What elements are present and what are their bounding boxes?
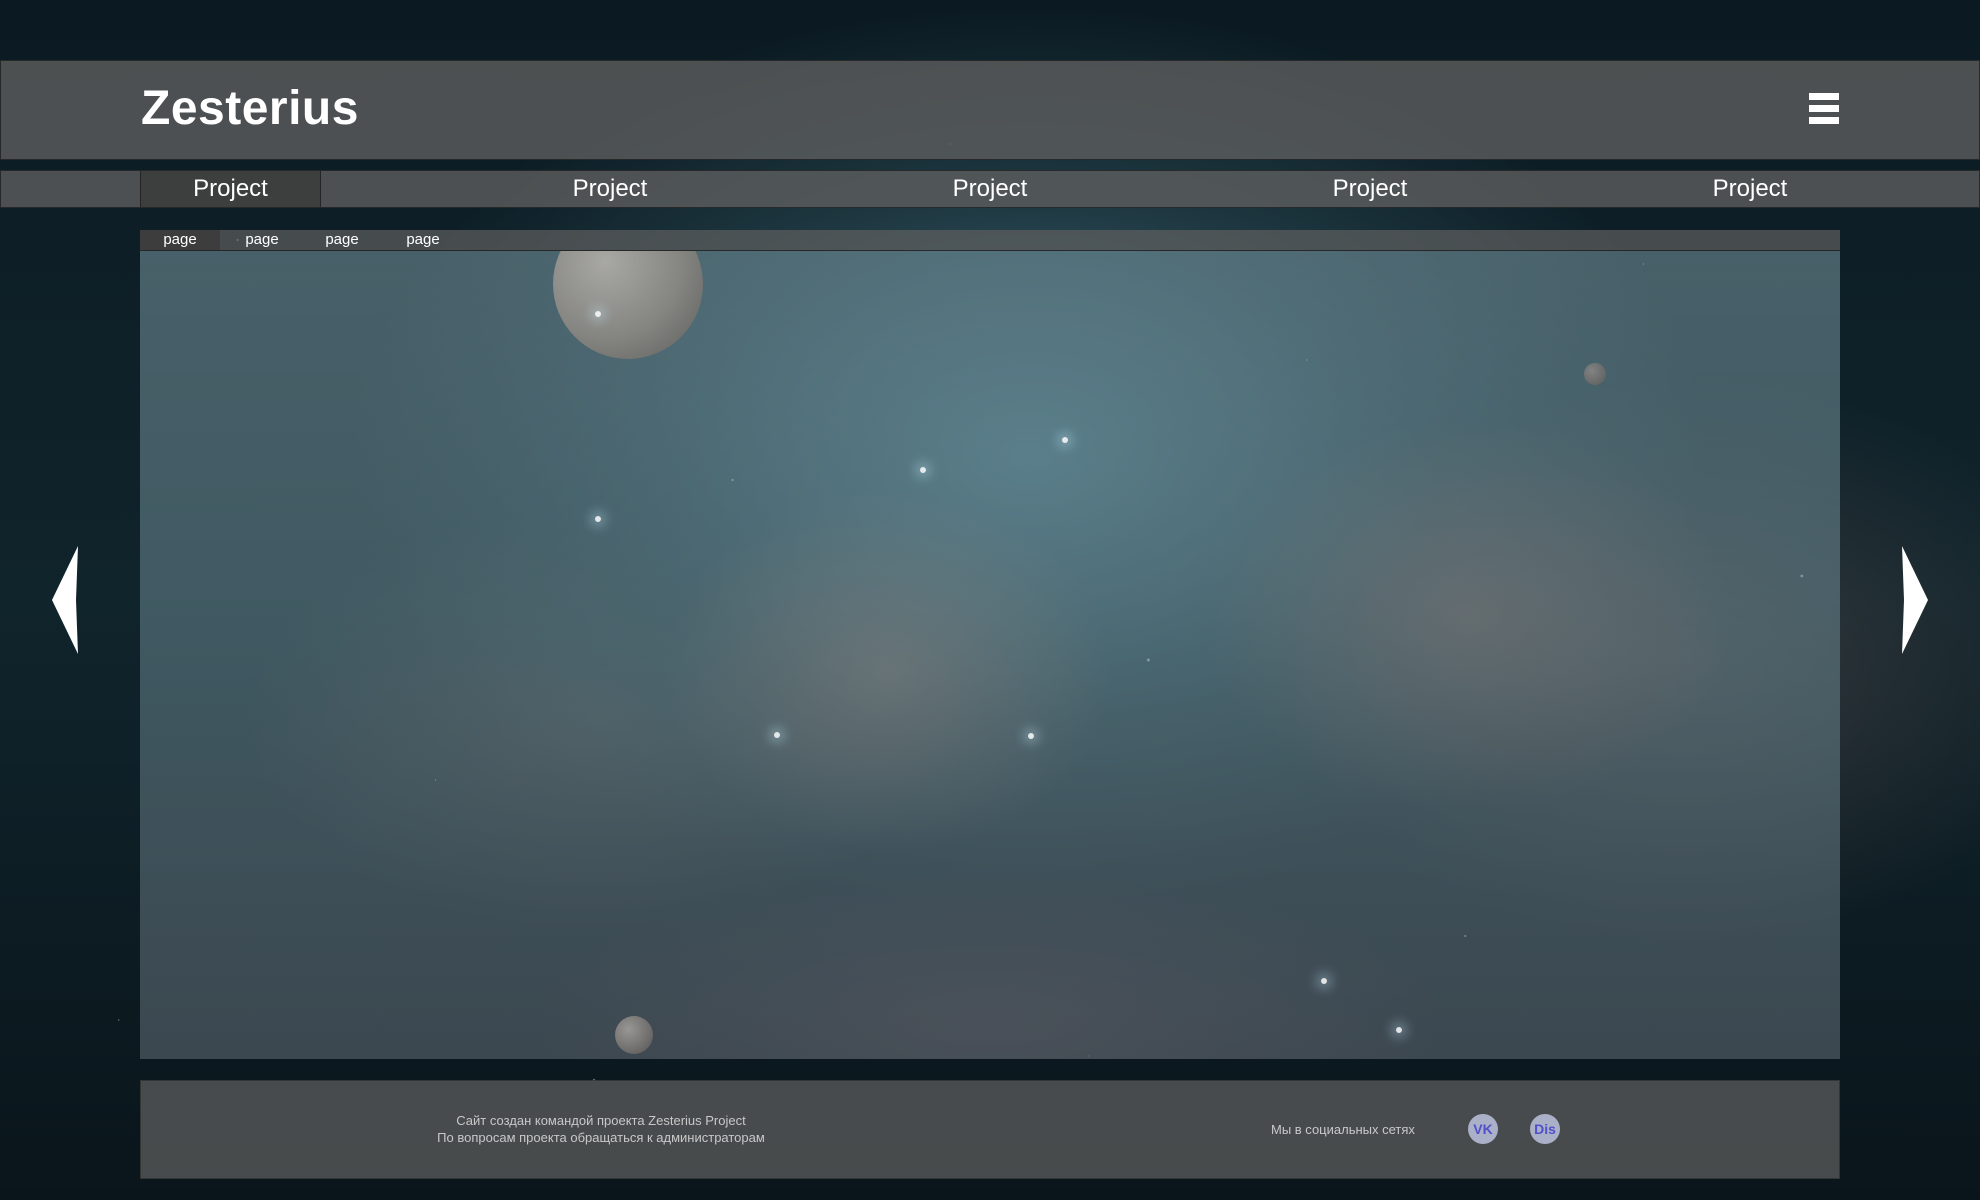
site-header: Zesterius [0,60,1980,160]
footer-social-label: Мы в социальных сетях [1271,1122,1415,1137]
site-footer: Сайт создан командой проекта Zesterius P… [140,1080,1840,1179]
project-nav: Project Project Project Project Project [0,170,1980,208]
project-tab-4[interactable]: Project [1270,171,1470,207]
footer-credit-line-1: Сайт создан командой проекта Zesterius P… [456,1113,746,1128]
planet-image-tiny [1584,363,1606,385]
page-tab-1[interactable]: page [140,230,220,250]
page-tab-4[interactable]: page [393,230,453,250]
star-sparkle [774,732,780,738]
content-slide-viewport [140,251,1840,1059]
footer-credit-line-2: По вопросам проекта обращаться к админис… [437,1130,765,1145]
page-nav: page page page page [140,230,1840,251]
prev-slide-arrow-icon[interactable] [52,546,82,654]
next-slide-arrow-icon[interactable] [1898,546,1928,654]
planet-image-large [553,251,703,359]
star-sparkle [920,467,926,473]
project-tab-3[interactable]: Project [890,171,1090,207]
star-sparkle [595,311,601,317]
site-logo[interactable]: Zesterius [141,81,359,136]
project-tab-5[interactable]: Project [1650,171,1850,207]
project-tab-2[interactable]: Project [510,171,710,207]
hamburger-menu-icon[interactable] [1809,93,1839,125]
star-sparkle [1396,1027,1402,1033]
discord-social-icon[interactable]: Dis [1530,1114,1560,1144]
vk-social-icon[interactable]: VK [1468,1114,1498,1144]
footer-credits: Сайт создан командой проекта Zesterius P… [421,1112,781,1146]
star-sparkle [1321,978,1327,984]
star-sparkle [1028,733,1034,739]
page-tab-2[interactable]: page [232,230,292,250]
page-tab-3[interactable]: page [312,230,372,250]
star-sparkle [1062,437,1068,443]
star-sparkle [595,516,601,522]
planet-image-small [615,1016,653,1054]
project-tab-1[interactable]: Project [140,171,321,207]
